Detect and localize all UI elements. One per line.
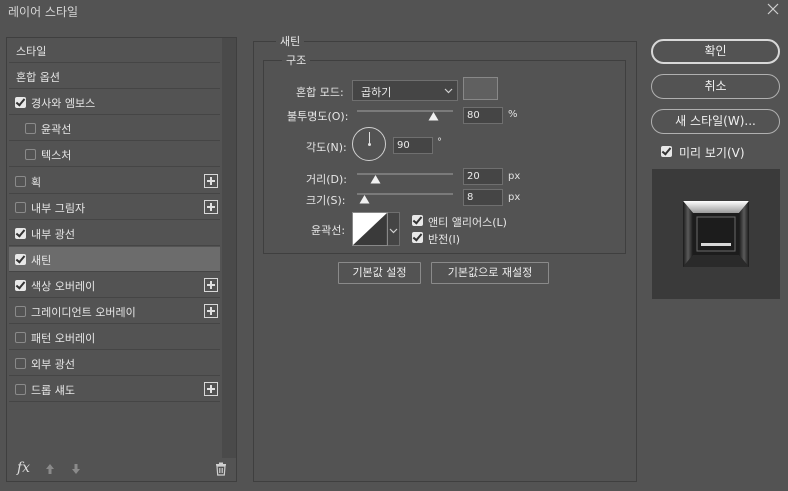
opacity-input[interactable]: 80 [463,107,503,124]
invert-checkbox[interactable] [412,232,423,243]
angle-dial-center [368,143,371,146]
style-item-checkbox[interactable] [25,123,36,135]
style-item-checkbox[interactable] [15,97,26,109]
style-item-label: 내부 광선 [31,227,75,241]
style-item[interactable]: 경사와 엠보스 [9,90,220,116]
style-item-checkbox[interactable] [15,201,26,213]
style-item[interactable]: 텍스처 [9,142,220,168]
style-item-label: 경사와 엠보스 [31,97,96,111]
trash-icon[interactable] [215,462,227,476]
style-item-label: 혼합 옵션 [16,71,60,85]
styles-bottom-toolbar: fx [7,458,236,482]
style-item[interactable]: 그레이디언트 오버레이 [9,299,220,324]
distance-unit: px [508,171,521,182]
close-icon[interactable] [766,2,780,16]
size-label: 크기(S): [306,194,346,207]
cancel-button[interactable]: 취소 [651,74,780,99]
style-item-checkbox[interactable] [25,149,36,161]
blend-mode-label: 혼합 모드: [296,86,344,99]
blend-color-swatch[interactable] [463,77,498,100]
distance-input[interactable]: 20 [463,168,503,185]
style-item[interactable]: 내부 그림자 [9,195,220,220]
new-style-button[interactable]: 새 스타일(W)... [651,109,780,134]
style-item-checkbox[interactable] [15,332,26,344]
add-style-icon[interactable] [204,304,218,318]
fx-menu-button[interactable]: fx [17,460,30,476]
angle-dial[interactable] [352,127,386,161]
satin-group-title: 새틴 [276,33,305,49]
style-item-checkbox[interactable] [15,175,26,187]
add-style-icon[interactable] [204,173,218,188]
size-slider-track[interactable] [357,193,453,195]
preview-label: 미리 보기(V) [679,146,745,160]
style-item-checkbox[interactable] [15,279,26,291]
styles-list-panel: 스타일혼합 옵션경사와 엠보스윤곽선텍스처획내부 그림자내부 광선새틴색상 오버… [6,37,237,482]
style-item[interactable]: 윤곽선 [9,116,220,142]
style-item[interactable]: 획 [9,169,220,194]
style-item[interactable]: 색상 오버레이 [9,273,220,298]
style-item-label: 윤곽선 [41,123,72,137]
add-style-icon[interactable] [204,277,218,292]
style-item[interactable]: 혼합 옵션 [9,64,220,90]
style-item[interactable]: 드롭 섀도 [9,377,220,403]
chevron-down-icon [389,228,398,234]
style-item-label: 스타일 [16,45,47,58]
reset-default-button[interactable]: 기본값으로 재설정 [431,262,549,284]
add-style-icon[interactable] [204,382,218,397]
chevron-down-icon [444,88,453,94]
distance-label: 거리(D): [306,173,347,186]
size-unit: px [508,192,521,203]
opacity-unit: % [508,109,518,120]
antialias-checkbox[interactable] [412,215,423,226]
style-item[interactable]: 내부 광선 [9,221,220,246]
style-item-label: 새틴 [31,253,52,267]
style-item[interactable]: 스타일 [9,38,220,63]
style-item-checkbox[interactable] [15,306,26,317]
style-item[interactable]: 패턴 오버레이 [9,325,220,351]
opacity-label: 불투명도(O): [287,110,349,123]
window-title: 레이어 스타일 [8,5,79,19]
invert-label: 반전(I) [428,233,461,246]
style-item[interactable]: 외부 광선 [9,351,220,377]
style-item-label: 패턴 오버레이 [31,332,96,346]
angle-unit: ° [437,137,442,148]
style-item-label: 색상 오버레이 [31,279,96,293]
style-item-label: 내부 그림자 [31,201,86,215]
make-default-button[interactable]: 기본값 설정 [338,262,421,284]
angle-label: 각도(N): [306,141,347,154]
style-item-label: 드롭 섀도 [31,384,75,398]
style-item-label: 획 [31,175,42,189]
style-item-label: 그레이디언트 오버레이 [31,306,136,319]
preview-thumbnail [683,201,749,267]
style-item-checkbox[interactable] [15,227,26,239]
style-item-checkbox[interactable] [15,384,26,396]
contour-label: 윤곽선: [311,224,346,237]
add-style-icon[interactable] [204,199,218,214]
preview-checkbox[interactable] [661,146,672,157]
style-item-checkbox[interactable] [15,253,26,265]
structure-subgroup-title: 구조 [282,52,311,68]
move-down-icon[interactable] [71,463,81,475]
move-up-icon[interactable] [45,463,55,475]
contour-picker[interactable] [352,212,388,246]
angle-input[interactable]: 90 [393,137,433,154]
style-item-checkbox[interactable] [15,358,26,370]
size-slider-thumb[interactable] [359,195,370,204]
style-item-label: 외부 광선 [31,358,75,372]
blend-mode-value: 곱하기 [361,86,392,99]
opacity-slider-thumb[interactable] [428,112,439,121]
ok-button[interactable]: 확인 [651,39,780,64]
contour-dropdown[interactable] [388,212,400,246]
style-item-label: 텍스처 [41,149,72,163]
styles-list-scrollbar[interactable] [222,38,236,458]
size-input[interactable]: 8 [463,189,503,206]
distance-slider-thumb[interactable] [370,175,381,184]
title-bar: 레이어 스타일 [0,0,788,22]
blend-mode-select[interactable]: 곱하기 [352,80,458,101]
style-item[interactable]: 새틴 [9,246,220,272]
antialias-label: 앤티 앨리어스(L) [428,216,507,229]
style-preview [652,169,780,299]
